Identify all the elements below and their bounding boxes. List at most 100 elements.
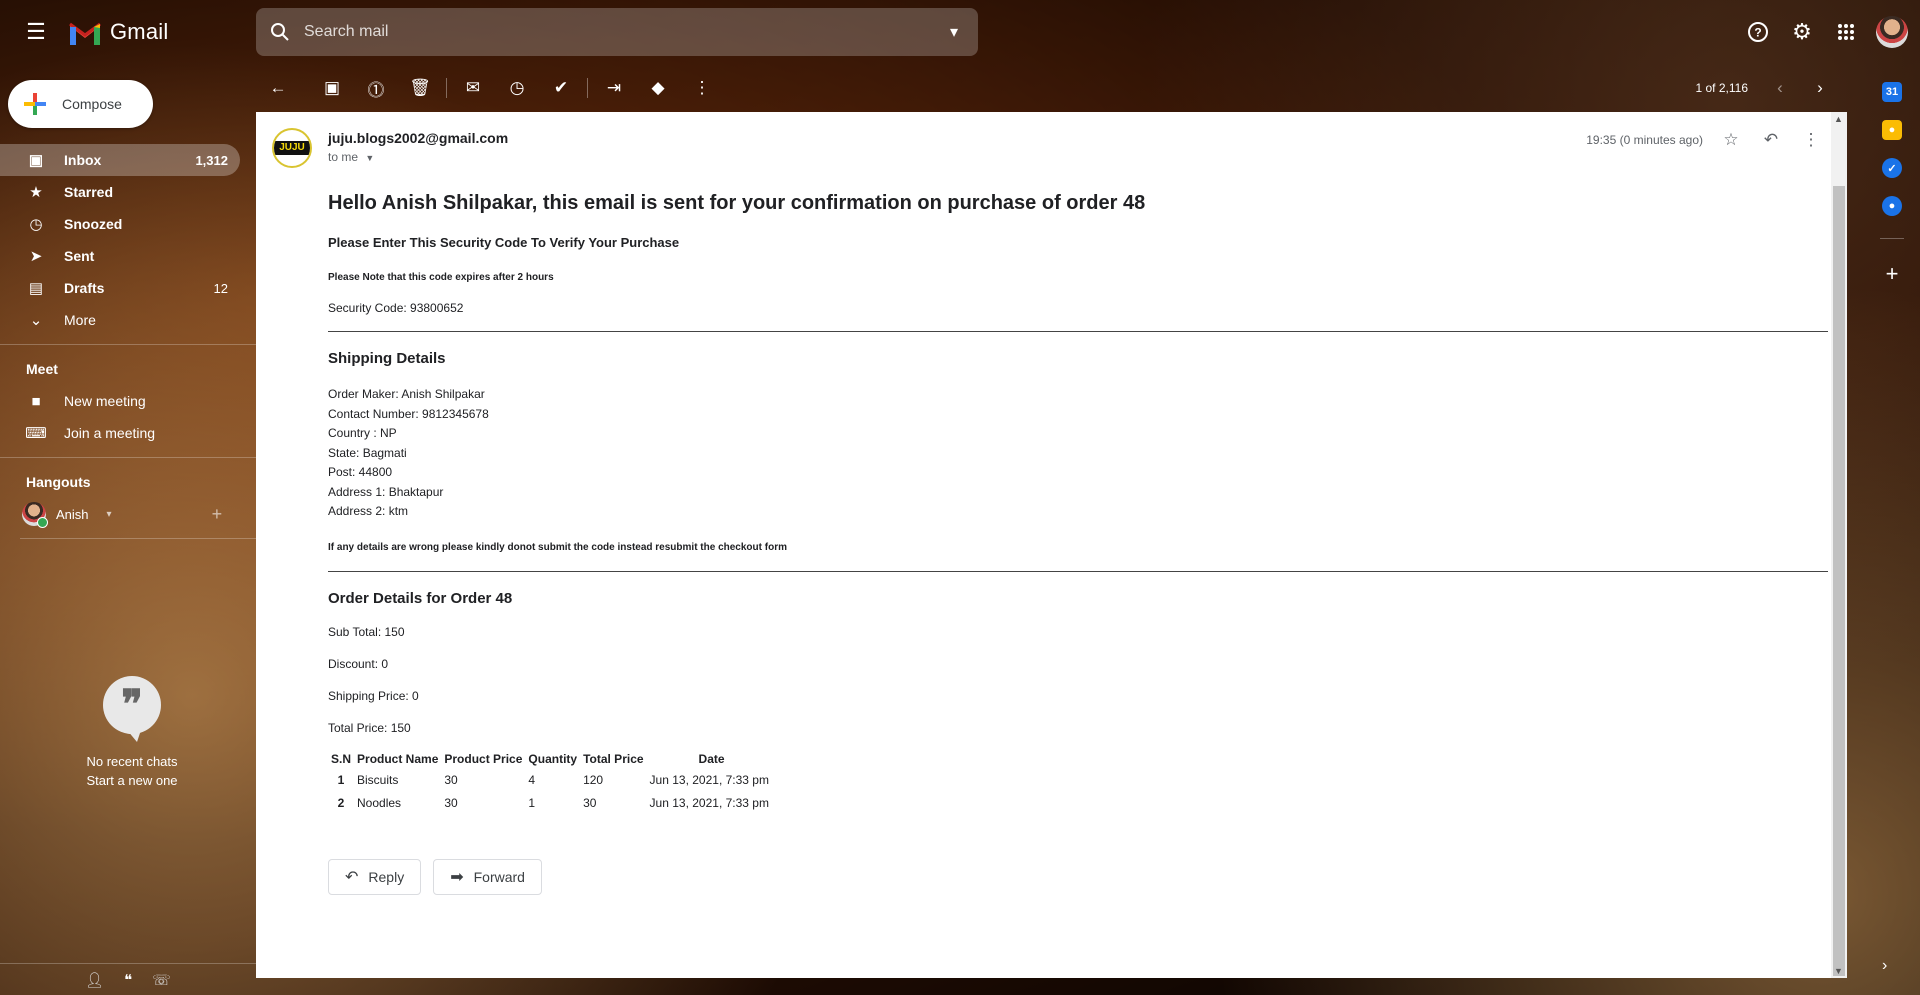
forward-icon: ➡	[450, 868, 464, 886]
gmail-logo[interactable]: Gmail	[68, 19, 168, 45]
more-vert-icon[interactable]: ⋮	[680, 68, 724, 108]
column-header: S.N	[331, 751, 352, 766]
search-bar: ▾	[256, 8, 978, 56]
keep-icon[interactable]: ●	[1882, 120, 1902, 140]
reply-label: Reply	[368, 868, 405, 885]
main-menu-icon[interactable]: ☰	[12, 8, 60, 56]
table-cell: 1	[337, 773, 345, 787]
join-meeting-label: Join a meeting	[64, 425, 156, 441]
label-icon[interactable]: ◆	[636, 68, 680, 108]
sidebar-divider	[0, 344, 256, 345]
forward-button[interactable]: ➡ Forward	[433, 858, 542, 895]
add-addon-plus-icon[interactable]: +	[1864, 261, 1920, 287]
table-cell: Noodles	[357, 796, 402, 810]
sidebar-item-starred[interactable]: ★ Starred	[0, 176, 240, 208]
scroll-down-arrow-icon[interactable]: ▼	[1834, 966, 1843, 976]
hangouts-user-name: Anish	[56, 506, 89, 522]
country: Country : NP	[328, 426, 397, 440]
total-price: Total Price: 150	[328, 720, 411, 735]
divider-line	[328, 570, 1828, 572]
message-actions: ↶ Reply ➡ Forward	[328, 858, 1828, 895]
sidebar-item-drafts[interactable]: ▤ Drafts 12	[0, 272, 240, 304]
sub-total: Sub Total: 150	[328, 624, 405, 639]
post: Post: 44800	[328, 465, 393, 479]
scrollbar-thumb[interactable]	[1833, 186, 1845, 976]
compose-label: Compose	[62, 96, 122, 112]
reply-icon[interactable]: ↶	[1751, 128, 1791, 152]
sidebar-divider	[20, 538, 260, 539]
calendar-icon[interactable]: 31	[1882, 82, 1902, 102]
search-input[interactable]	[304, 23, 930, 41]
newer-chevron-left-icon[interactable]: ‹	[1760, 68, 1800, 108]
older-chevron-right-icon[interactable]: ›	[1800, 68, 1840, 108]
vertical-scrollbar[interactable]: ▲ ▼	[1831, 112, 1847, 978]
address-1: Address 1: Bhaktapur	[328, 484, 444, 499]
hangouts-chat-icon[interactable]: ❝	[124, 971, 132, 989]
shipping-details: Order Maker: Anish Shilpakar Contact Num…	[328, 385, 1828, 522]
archive-icon[interactable]: ▣	[310, 68, 354, 108]
apps-grid-icon[interactable]	[1826, 12, 1866, 52]
sender-avatar[interactable]: JUJU	[272, 128, 312, 168]
state: State: Bagmati	[328, 445, 407, 460]
sidebar-item-label: Starred	[64, 184, 114, 200]
move-to-icon[interactable]: ⇥	[592, 68, 636, 108]
sidebar-item-sent[interactable]: ➤ Sent	[0, 240, 240, 272]
sidebar-item-snoozed[interactable]: ◷ Snoozed	[0, 208, 240, 240]
new-meeting-item[interactable]: ■ New meeting	[0, 385, 256, 417]
clock-icon: ◷	[29, 216, 43, 233]
column-header: Total Price	[583, 751, 644, 766]
message-time: 19:35 (0 minutes ago)	[1586, 133, 1703, 147]
hangouts-section-title: Hangouts	[26, 474, 91, 490]
more-vert-icon[interactable]: ⋮	[1791, 128, 1831, 152]
back-arrow-icon[interactable]: ←	[256, 68, 300, 108]
report-spam-icon[interactable]: ⓵	[354, 68, 398, 108]
order-title: Order Details for Order 48	[328, 589, 513, 607]
contacts-person-icon[interactable]: 👤︎	[85, 971, 104, 989]
scroll-up-arrow-icon[interactable]: ▲	[1834, 114, 1843, 124]
phone-icon[interactable]: ☏	[152, 971, 171, 989]
sidebar-item-more[interactable]: ⌄ More	[0, 304, 240, 336]
hangouts-quote-icon: ❞	[103, 676, 161, 742]
start-new-chat-link[interactable]: Start a new one	[0, 773, 264, 788]
account-avatar[interactable]	[1876, 16, 1908, 48]
reply-button[interactable]: ↶ Reply	[328, 858, 422, 895]
table-cell: 2	[337, 796, 345, 810]
column-header: Product Price	[444, 751, 523, 766]
settings-gear-icon[interactable]: ⚙	[1782, 12, 1822, 52]
column-header: Product Name	[357, 751, 439, 766]
sidebar-item-inbox[interactable]: ▣ Inbox 1,312	[0, 144, 240, 176]
contacts-icon[interactable]: ●	[1882, 196, 1902, 216]
message-view: JUJU juju.blogs2002@gmail.com to me ▼ 19…	[256, 112, 1847, 978]
chevron-down-icon: ⌄	[29, 312, 43, 329]
delete-icon[interactable]: 🗑︎	[398, 68, 442, 108]
hangouts-avatar	[22, 502, 48, 528]
add-hangout-icon[interactable]: +	[212, 504, 223, 525]
add-to-tasks-icon[interactable]: ✔	[539, 68, 583, 108]
tasks-icon[interactable]: ✓	[1882, 158, 1902, 178]
table-cell: Biscuits	[357, 773, 399, 787]
search-icon[interactable]	[256, 22, 304, 42]
search-options-icon[interactable]: ▾	[930, 22, 978, 42]
table-cell: 120	[583, 773, 604, 787]
sidebar-item-label: Sent	[64, 248, 95, 264]
column-header: Quantity	[528, 751, 578, 766]
expand-panel-chevron-icon[interactable]: ›	[1882, 957, 1887, 975]
star-icon: ★	[29, 184, 43, 201]
star-icon[interactable]: ☆	[1711, 128, 1751, 152]
sender-email[interactable]: juju.blogs2002@gmail.com	[328, 130, 508, 146]
table-cell: Jun 13, 2021, 7:33 pm	[649, 773, 769, 787]
chevron-down-icon[interactable]: ▼	[365, 153, 374, 163]
compose-button[interactable]: Compose	[8, 80, 153, 128]
join-meeting-item[interactable]: ⌨ Join a meeting	[0, 417, 256, 449]
recipients[interactable]: to me ▼	[328, 150, 374, 164]
order-table: S.N Product Name Product Price Quantity …	[328, 749, 777, 815]
sidebar-divider	[0, 457, 256, 458]
contact-number: Contact Number: 9812345678	[328, 406, 489, 421]
security-code: Security Code: 93800652	[328, 301, 464, 315]
help-icon[interactable]: ?	[1738, 12, 1778, 52]
table-cell: 30	[444, 796, 458, 810]
mark-unread-icon[interactable]: ✉	[451, 68, 495, 108]
hangouts-status-dropdown-icon[interactable]: ▾	[107, 509, 112, 520]
snooze-icon[interactable]: ◷	[495, 68, 539, 108]
hangouts-user[interactable]: Anish ▾ +	[0, 498, 256, 530]
